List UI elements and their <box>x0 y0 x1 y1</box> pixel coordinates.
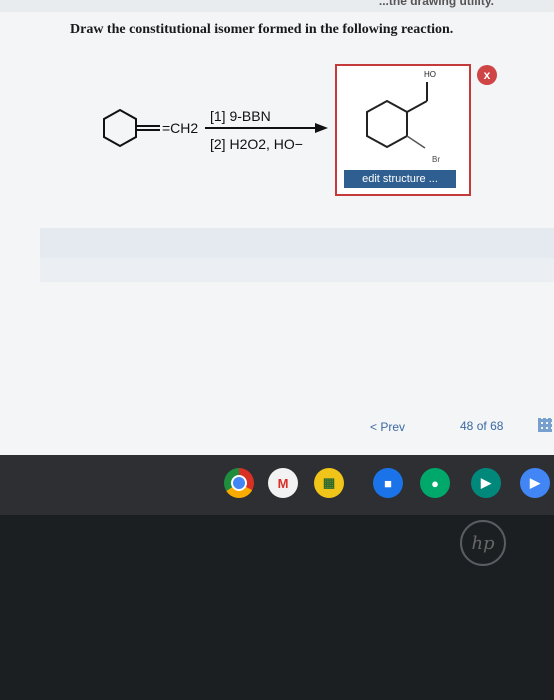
of-label: of <box>476 419 487 433</box>
chrome-icon[interactable] <box>224 468 254 498</box>
page-counter: 48 of 68 <box>460 419 503 433</box>
reagent-step2: [2] H2O2, HO− <box>210 136 303 152</box>
cyclohexane-ring <box>103 108 137 148</box>
files-icon[interactable]: ■ <box>373 468 403 498</box>
reaction-diagram <box>103 108 328 148</box>
gmail-icon[interactable]: M <box>268 468 298 498</box>
label-br: Br <box>432 155 440 164</box>
answer-band-2 <box>40 258 554 282</box>
reagent-step1: [1] 9-BBN <box>210 108 271 124</box>
hp-logo: hp <box>460 520 506 566</box>
play-icon[interactable]: ▶ <box>520 468 550 498</box>
prev-link[interactable]: < Prev <box>370 420 405 434</box>
chat-icon[interactable]: ● <box>420 468 450 498</box>
screen: ...the drawing utility. Draw the constit… <box>0 0 554 455</box>
product-ring <box>366 99 408 149</box>
top-strip-text: ...the drawing utility. <box>378 0 494 8</box>
question-text: Draw the constitutional isomer formed in… <box>70 22 454 37</box>
reactant-label: =CH2 <box>162 120 199 136</box>
close-icon[interactable]: x <box>477 65 497 85</box>
total-pages: 68 <box>490 419 504 433</box>
label-ho: HO <box>424 70 436 79</box>
ch2-bond <box>406 100 428 113</box>
arrow-head <box>315 123 328 133</box>
meet-icon[interactable]: ▶ <box>471 468 501 498</box>
br-bond <box>406 135 426 149</box>
grid-icon[interactable] <box>538 418 552 432</box>
top-strip: ...the drawing utility. <box>0 0 554 12</box>
classroom-icon[interactable]: ▦ <box>314 468 344 498</box>
edit-structure-button[interactable]: edit structure ... <box>344 170 456 188</box>
current-page: 48 <box>460 419 474 433</box>
answer-band <box>40 228 554 258</box>
